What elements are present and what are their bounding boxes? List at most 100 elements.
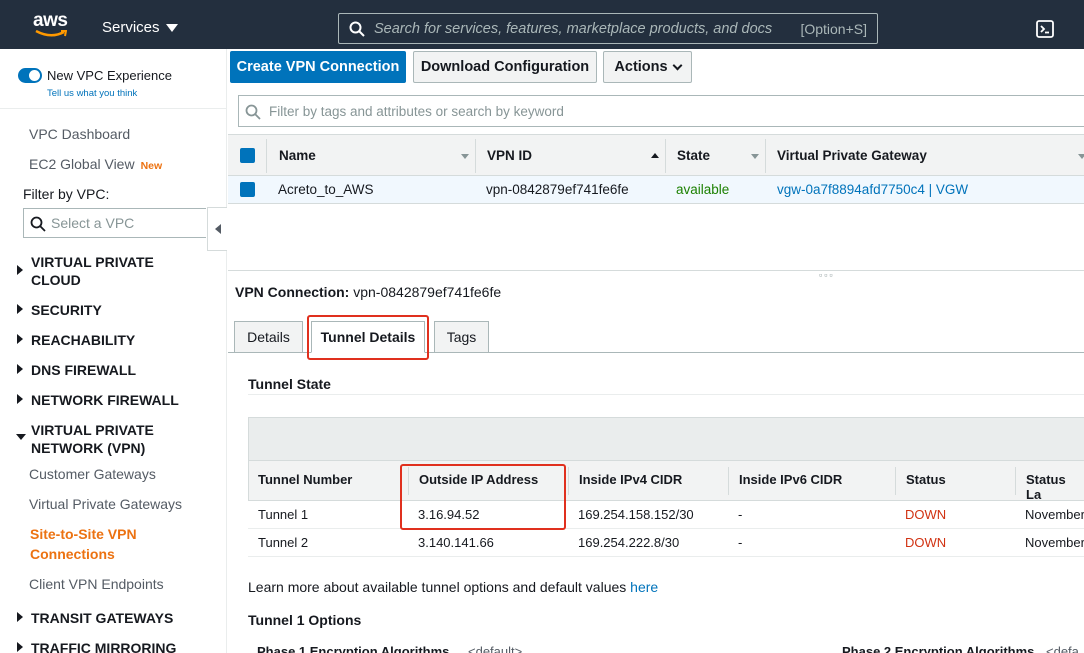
highlight-box-outside-ip xyxy=(400,464,566,530)
vpn-table-header: Name VPN ID State Virtual Private Gatewa… xyxy=(228,134,1084,176)
tunnel-inside-ipv6: - xyxy=(738,507,743,522)
section-label: VIRTUAL PRIVATE xyxy=(31,254,154,270)
column-divider xyxy=(266,139,267,173)
vpc-select-placeholder: Select a VPC xyxy=(51,215,135,231)
column-divider xyxy=(665,139,666,173)
tunnel-table-header: Tunnel Number Outside IP Address Inside … xyxy=(248,461,1084,502)
search-icon xyxy=(245,104,261,120)
row-vpn-id: vpn-0842879ef741fe6fe xyxy=(486,182,629,197)
vpc-select[interactable]: Select a VPC xyxy=(23,208,206,238)
sidebar: New VPC Experience Tell us what you thin… xyxy=(0,49,227,653)
sidebar-item-customer-gateways[interactable]: Customer Gateways xyxy=(29,466,156,482)
filter-by-vpc-label: Filter by VPC: xyxy=(23,186,110,202)
row-virtual-private-gateway-link[interactable]: vgw-0a7f8894afd7750c4 | VGW xyxy=(777,182,968,197)
cloudshell-icon[interactable] xyxy=(1036,20,1054,38)
column-header-vpn-id[interactable]: VPN ID xyxy=(487,148,532,163)
table-row: Tunnel 1 3.16.94.52 169.254.158.152/30 -… xyxy=(248,501,1084,529)
expand-icon xyxy=(17,304,23,314)
sidebar-section-dns-firewall[interactable]: DNS FIREWALL xyxy=(31,361,136,379)
caret-down-icon xyxy=(165,23,178,32)
sidebar-section-security[interactable]: SECURITY xyxy=(31,301,102,319)
tab-tags[interactable]: Tags xyxy=(434,321,489,353)
column-header-virtual-private-gateway[interactable]: Virtual Private Gateway xyxy=(777,148,927,163)
section-label: NETWORK (VPN) xyxy=(31,440,146,456)
resource-filter-input[interactable]: Filter by tags and attributes or search … xyxy=(238,95,1084,127)
services-menu[interactable]: Services xyxy=(102,19,178,36)
sort-icon[interactable] xyxy=(751,154,759,159)
column-divider xyxy=(568,467,569,495)
expand-icon xyxy=(17,612,23,622)
learn-more-link[interactable]: here xyxy=(630,579,658,595)
tunnel-outside-ip: 3.140.141.66 xyxy=(418,535,494,550)
expand-icon xyxy=(17,265,23,275)
column-header-name[interactable]: Name xyxy=(279,148,316,163)
aws-logo[interactable]: aws xyxy=(33,11,69,38)
column-divider xyxy=(1015,467,1016,495)
actions-button[interactable]: Actions xyxy=(603,51,692,83)
sidebar-item-virtual-private-gateways[interactable]: Virtual Private Gateways xyxy=(29,496,182,512)
sidebar-item-site-to-site-vpn[interactable]: Site-to-Site VPN Connections xyxy=(30,524,137,564)
column-header-inside-ipv4[interactable]: Inside IPv4 CIDR xyxy=(579,472,682,487)
tunnel-number: Tunnel 2 xyxy=(258,535,309,550)
chevron-down-icon xyxy=(672,60,683,70)
sort-icon[interactable] xyxy=(461,154,469,159)
column-header-tunnel-number[interactable]: Tunnel Number xyxy=(258,472,352,487)
tab-details[interactable]: Details xyxy=(234,321,303,353)
download-configuration-button[interactable]: Download Configuration xyxy=(413,51,597,83)
section-label: CLOUD xyxy=(31,272,81,288)
sidebar-item-vpc-dashboard[interactable]: VPC Dashboard xyxy=(29,126,130,142)
column-header-status[interactable]: Status xyxy=(906,472,946,487)
sidebar-section-transit-gateways[interactable]: TRANSIT GATEWAYS xyxy=(31,609,173,627)
phase1-value: <default> xyxy=(468,644,523,653)
column-header-inside-ipv6[interactable]: Inside IPv6 CIDR xyxy=(739,472,842,487)
select-all-checkbox[interactable] xyxy=(240,148,255,163)
tunnel-status-last-changed: November xyxy=(1025,507,1084,522)
sort-ascending-icon[interactable] xyxy=(651,153,659,158)
tunnel-status-last-changed: November xyxy=(1025,535,1084,550)
tunnel-status: DOWN xyxy=(905,535,947,550)
learn-more-text: Learn more about available tunnel option… xyxy=(248,579,658,595)
sidebar-section-traffic-mirroring[interactable]: TRAFFIC MIRRORING xyxy=(31,639,176,653)
services-label: Services xyxy=(102,19,160,36)
sort-icon[interactable] xyxy=(1078,154,1084,159)
create-vpn-connection-button[interactable]: Create VPN Connection xyxy=(230,51,406,83)
phase2-value: <defa xyxy=(1046,644,1079,653)
ec2-global-view-label: EC2 Global View xyxy=(29,156,135,172)
resize-handle-icon[interactable]: ▫▫▫ xyxy=(819,270,835,280)
column-divider xyxy=(765,139,766,173)
new-vpc-label: New VPC Experience xyxy=(47,68,172,83)
tell-us-link[interactable]: Tell us what you think xyxy=(47,88,137,99)
sidebar-item-ec2-global-view[interactable]: EC2 Global View New xyxy=(29,156,162,172)
top-nav: aws Services Search for services, featur… xyxy=(0,0,1084,49)
new-vpc-toggle[interactable] xyxy=(18,68,42,83)
column-divider xyxy=(895,467,896,495)
table-row: Tunnel 2 3.140.141.66 169.254.222.8/30 -… xyxy=(248,529,1084,557)
sidebar-section-network-firewall[interactable]: NETWORK FIREWALL xyxy=(31,391,179,409)
sidebar-section-vpn[interactable]: VIRTUAL PRIVATE NETWORK (VPN) xyxy=(31,421,154,457)
sidebar-divider xyxy=(0,108,227,109)
collapse-icon xyxy=(16,434,26,440)
phase2-label: Phase 2 Encryption Algorithms xyxy=(842,644,1035,653)
sidebar-item-label: Connections xyxy=(30,546,115,562)
phase1-label: Phase 1 Encryption Algorithms xyxy=(257,644,450,653)
search-icon xyxy=(30,216,46,232)
column-header-state[interactable]: State xyxy=(677,148,710,163)
column-header-status-last-changed[interactable]: Status La xyxy=(1026,472,1084,502)
pane-splitter[interactable] xyxy=(228,270,1084,271)
row-name: Acreto_to_AWS xyxy=(278,182,374,197)
row-state: available xyxy=(676,182,730,197)
detail-title-label: VPN Connection: xyxy=(235,284,350,300)
sidebar-collapse-button[interactable] xyxy=(207,207,227,251)
global-search-input[interactable]: Search for services, features, marketpla… xyxy=(338,13,878,44)
sidebar-section-virtual-private-cloud[interactable]: VIRTUAL PRIVATE CLOUD xyxy=(31,253,154,289)
main-content: Create VPN Connection Download Configura… xyxy=(228,49,1084,653)
tunnel-1-options-title: Tunnel 1 Options xyxy=(248,612,362,628)
expand-icon xyxy=(17,642,23,652)
table-row[interactable]: Acreto_to_AWS vpn-0842879ef741fe6fe avai… xyxy=(228,176,1084,204)
sidebar-section-reachability[interactable]: REACHABILITY xyxy=(31,331,135,349)
actions-label: Actions xyxy=(614,59,668,75)
search-shortcut: [Option+S] xyxy=(800,21,867,37)
row-checkbox[interactable] xyxy=(240,182,255,197)
sidebar-item-client-vpn-endpoints[interactable]: Client VPN Endpoints xyxy=(29,576,164,592)
resource-filter-placeholder: Filter by tags and attributes or search … xyxy=(269,104,564,119)
